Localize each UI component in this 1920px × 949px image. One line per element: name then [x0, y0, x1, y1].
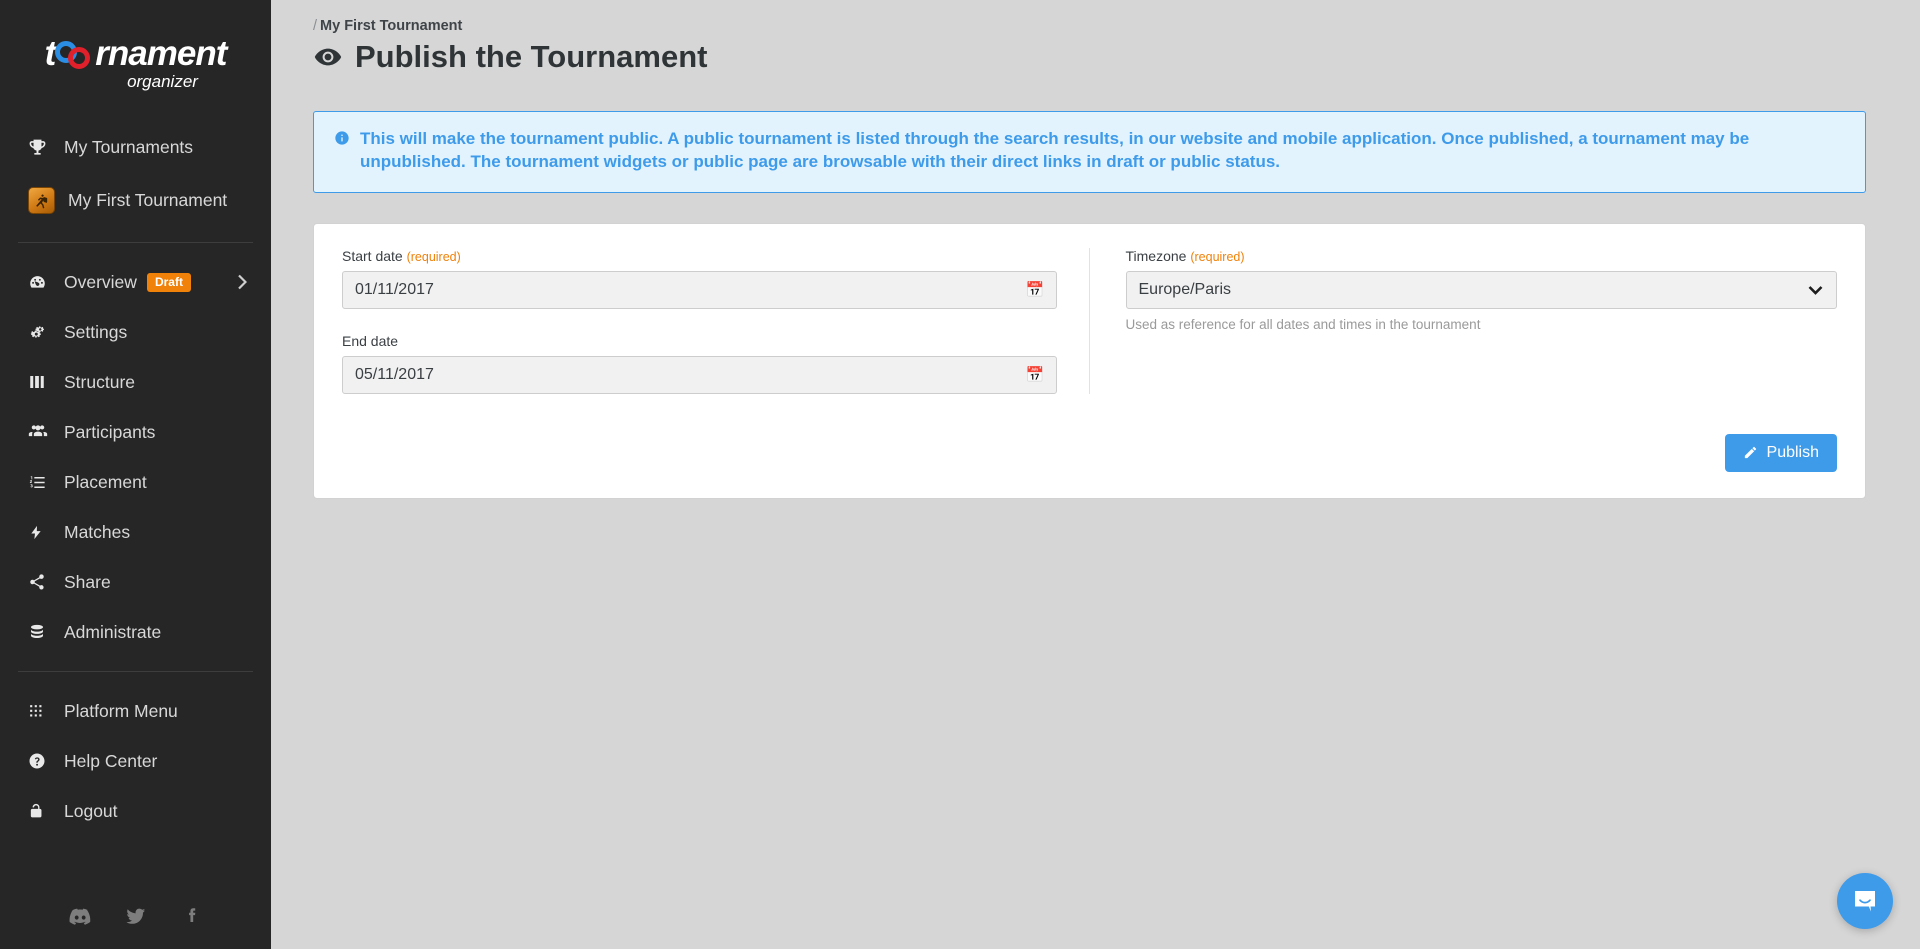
info-circle-icon: [334, 128, 350, 174]
sidebar-item-label: Logout: [64, 800, 118, 821]
discord-icon[interactable]: [69, 905, 91, 927]
sidebar-item-label: My Tournaments: [64, 136, 194, 157]
sidebar-item-label: Placement: [64, 471, 147, 492]
timezone-field: Timezone (required) Europe/Paris Used as…: [1125, 248, 1838, 332]
sidebar-item-label: Share: [64, 571, 111, 592]
sidebar-item-label: Platform Menu: [64, 700, 178, 721]
logo-wordmark: t rnament: [44, 34, 228, 73]
main-content: / My First Tournament Publish the Tournam…: [271, 0, 1920, 949]
dashboard-icon: [28, 273, 54, 292]
facebook-icon[interactable]: [181, 905, 203, 927]
chat-bubble-icon: [1851, 887, 1879, 915]
counter-strike-game-icon: [28, 186, 55, 214]
question-circle-icon: [28, 752, 54, 770]
sidebar-item-help-center[interactable]: Help Center: [0, 736, 271, 786]
timezone-help-text: Used as reference for all dates and time…: [1125, 316, 1481, 332]
ordered-list-icon: [28, 473, 54, 492]
sidebar-divider-bottom: [18, 671, 253, 672]
chevron-right-icon: [238, 274, 247, 290]
sidebar-item-logout[interactable]: Logout: [0, 786, 271, 836]
sidebar-item-my-first-tournament[interactable]: My First Tournament: [0, 172, 271, 228]
bolt-icon: [28, 523, 54, 542]
breadcrumb-separator: /: [313, 18, 318, 34]
logo-suffix: rnament: [95, 34, 227, 73]
sidebar-item-label: Administrate: [64, 621, 162, 642]
form-column-timezone: Timezone (required) Europe/Paris Used as…: [1090, 248, 1838, 394]
sidebar-divider-top: [18, 242, 253, 243]
start-date-label: Start date (required): [342, 248, 1057, 264]
start-date-input[interactable]: [342, 270, 1057, 309]
timezone-label-text: Timezone: [1125, 247, 1187, 264]
timezone-select[interactable]: Europe/Paris: [1125, 270, 1837, 309]
end-date-label-text: End date: [342, 332, 399, 349]
page-title: Publish the Tournament: [313, 39, 1920, 75]
logo-prefix: t: [44, 34, 57, 73]
publish-button[interactable]: Publish: [1724, 433, 1837, 472]
sidebar-item-matches[interactable]: Matches: [0, 507, 271, 557]
gears-icon: [28, 323, 54, 342]
calendar-icon[interactable]: 📅: [1026, 367, 1045, 382]
sidebar-item-label: Settings: [64, 321, 128, 342]
users-icon: [28, 422, 54, 442]
page-title-text: Publish the Tournament: [355, 39, 708, 74]
sidebar-item-overview[interactable]: Overview Draft: [0, 257, 271, 307]
start-date-field: Start date (required) 📅: [342, 248, 1057, 309]
start-date-required-marker: (required): [406, 249, 461, 264]
sidebar-item-share[interactable]: Share: [0, 557, 271, 607]
sidebar-item-structure[interactable]: Structure: [0, 357, 271, 407]
sidebar-item-placement[interactable]: Placement: [0, 457, 271, 507]
social-links: [0, 905, 271, 927]
sidebar-item-platform-menu[interactable]: Platform Menu: [0, 686, 271, 736]
publish-form-card: Start date (required) 📅 End date 📅: [313, 222, 1866, 499]
end-date-field: End date 📅: [342, 333, 1057, 394]
sidebar-item-administrate[interactable]: Administrate: [0, 607, 271, 657]
sidebar-item-participants[interactable]: Participants: [0, 407, 271, 457]
breadcrumb-item[interactable]: My First Tournament: [320, 18, 462, 34]
app-logo[interactable]: t rnament organizer: [0, 0, 271, 122]
twitter-icon[interactable]: [125, 905, 147, 927]
trophy-icon: [28, 138, 54, 157]
sidebar-item-settings[interactable]: Settings: [0, 307, 271, 357]
logo-subtitle: organizer: [127, 72, 198, 91]
database-icon: [28, 623, 54, 641]
end-date-label: End date: [342, 333, 1057, 349]
sidebar-item-label: Matches: [64, 521, 131, 542]
calendar-icon[interactable]: 📅: [1026, 282, 1045, 297]
publish-button-label: Publish: [1766, 443, 1819, 461]
form-column-dates: Start date (required) 📅 End date 📅: [342, 247, 1090, 394]
info-alert: This will make the tournament public. A …: [313, 111, 1866, 193]
sidebar: t rnament organizer My Tournaments My Fi…: [0, 0, 271, 949]
grid-icon: [28, 373, 54, 391]
eye-icon: [313, 45, 343, 69]
chat-widget-button[interactable]: [1837, 873, 1893, 929]
sidebar-item-my-tournaments[interactable]: My Tournaments: [0, 122, 271, 172]
sidebar-item-label: Structure: [64, 371, 135, 392]
end-date-input[interactable]: [342, 355, 1057, 394]
info-alert-text: This will make the tournament public. A …: [360, 129, 1750, 171]
pencil-icon: [1743, 445, 1758, 460]
timezone-required-marker: (required): [1190, 249, 1245, 264]
logo-rings-icon: [55, 39, 95, 69]
sidebar-item-label: Help Center: [64, 750, 158, 771]
timezone-label: Timezone (required): [1126, 248, 1838, 264]
start-date-label-text: Start date: [342, 247, 403, 264]
sidebar-item-label: My First Tournament: [68, 189, 228, 210]
unlock-icon: [28, 802, 54, 820]
apps-grid-icon: [28, 703, 54, 720]
sidebar-item-label: Overview: [64, 271, 137, 292]
sidebar-item-label: Participants: [64, 421, 156, 442]
status-badge-draft: Draft: [146, 272, 191, 292]
share-icon: [28, 573, 54, 591]
timezone-selected-value: Europe/Paris: [1138, 280, 1232, 298]
breadcrumb: / My First Tournament: [313, 18, 1920, 34]
card-actions: Publish: [342, 433, 1837, 472]
